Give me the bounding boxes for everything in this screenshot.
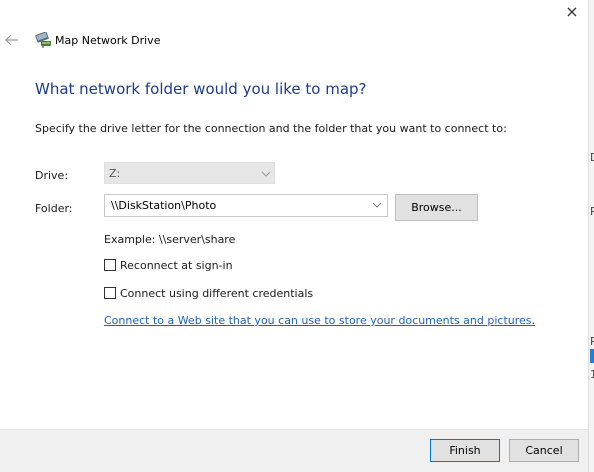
- reconnect-label[interactable]: Reconnect at sign-in: [120, 259, 233, 272]
- drive-select-value: Z:: [109, 167, 121, 180]
- browse-button[interactable]: Browse...: [395, 194, 478, 221]
- finish-button[interactable]: Finish: [430, 439, 500, 462]
- network-drive-icon: [35, 32, 51, 48]
- background-fragment: P: [590, 205, 594, 218]
- reconnect-checkbox[interactable]: [104, 259, 116, 271]
- chevron-down-icon[interactable]: [372, 200, 382, 210]
- instruction-text: Specify the drive letter for the connect…: [35, 122, 507, 135]
- folder-input-value: \\DiskStation\Photo: [111, 199, 217, 212]
- window-title: Map Network Drive: [55, 34, 161, 47]
- background-fragment: R: [590, 335, 594, 348]
- background-window-edge: D P R 1: [588, 0, 594, 472]
- web-site-link-text[interactable]: Connect to a Web site that you can use t…: [104, 314, 532, 327]
- chevron-down-icon: [261, 171, 271, 177]
- page: × Map Network Drive What network folder …: [0, 0, 594, 472]
- close-icon[interactable]: ×: [562, 2, 582, 22]
- folder-label: Folder:: [35, 202, 73, 215]
- folder-combobox[interactable]: \\DiskStation\Photo: [104, 194, 388, 217]
- example-text: Example: \\server\share: [104, 233, 236, 246]
- cancel-button[interactable]: Cancel: [509, 439, 579, 462]
- background-selection-bar: [590, 349, 594, 363]
- different-credentials-label[interactable]: Connect using different credentials: [120, 287, 313, 300]
- drive-label: Drive:: [35, 169, 69, 182]
- link-suffix: .: [531, 314, 536, 327]
- web-site-link[interactable]: Connect to a Web site that you can use t…: [104, 314, 535, 327]
- back-arrow-icon[interactable]: [4, 31, 20, 49]
- background-fragment: D: [590, 151, 594, 164]
- background-fragment: 1: [590, 368, 594, 381]
- map-network-drive-dialog: × Map Network Drive What network folder …: [0, 0, 588, 472]
- different-credentials-checkbox[interactable]: [104, 287, 116, 299]
- drive-select[interactable]: Z:: [104, 162, 275, 184]
- page-title: What network folder would you like to ma…: [35, 80, 367, 98]
